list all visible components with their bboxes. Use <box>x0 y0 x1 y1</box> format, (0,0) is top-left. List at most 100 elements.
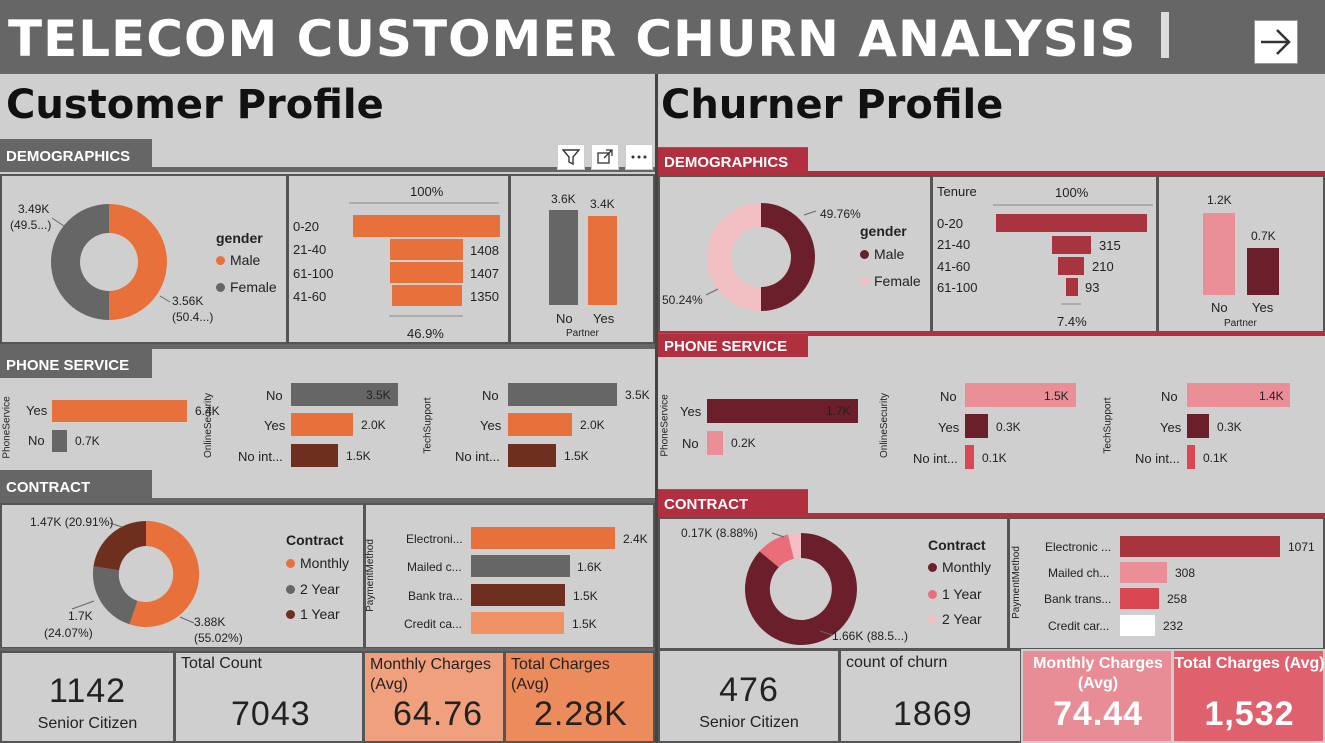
funnel-bar-21-40[interactable] <box>1052 236 1091 254</box>
bar-value-label: 2.0K <box>580 418 605 432</box>
payment-bar-electronic[interactable] <box>1120 536 1280 557</box>
payment-bar-mailed[interactable] <box>1120 562 1167 583</box>
funnel-bar-21-40[interactable] <box>390 239 463 260</box>
techsupport-bar-nointernet[interactable] <box>1187 445 1195 469</box>
bar-row-label: Mailed ch... <box>1048 566 1110 580</box>
monthly-charges-value: 64.76 <box>393 695 484 733</box>
funnel-value-label: 1350 <box>470 289 499 304</box>
next-page-button[interactable] <box>1254 20 1298 64</box>
churner-phone-service-area: PhoneService Yes No 1.7K 0.2K OnlineSecu… <box>658 376 1325 476</box>
funnel-bar-61-100[interactable] <box>390 262 463 283</box>
funnel-top-label: 100% <box>410 184 444 199</box>
arrow-right-icon <box>1261 29 1291 55</box>
contract-monthly-value: 3.88K <box>194 615 226 629</box>
partner-bar-no[interactable] <box>1203 213 1235 295</box>
churner-monthly-charges-card[interactable]: Monthly Charges (Avg) 74.44 <box>1021 649 1173 743</box>
female-percent-label: (49.5...) <box>10 218 52 232</box>
funnel-value-label: 210 <box>1092 259 1114 274</box>
payment-method-panel[interactable]: PaymentMethod Electroni... Mailed c... B… <box>364 503 655 649</box>
partner-bar-yes[interactable] <box>588 216 617 305</box>
partner-axis-tick: Yes <box>1252 300 1274 315</box>
senior-citizen-card[interactable]: 1142 Senior Citizen <box>0 651 175 743</box>
focus-mode-icon[interactable] <box>591 144 619 170</box>
payment-bar-electronic[interactable] <box>471 527 615 549</box>
payment-bar-credit[interactable] <box>471 612 564 634</box>
onlinesecurity-bar-yes[interactable] <box>965 414 988 438</box>
legend-item-female[interactable]: Female <box>216 279 277 295</box>
funnel-row-label: 0-20 <box>293 219 320 234</box>
onlinesecurity-bar-nointernet[interactable] <box>965 445 974 469</box>
bar-row-label: No <box>266 388 283 403</box>
senior-citizen-value: 1142 <box>48 671 127 710</box>
bar-row-label: Yes <box>26 403 48 418</box>
legend-item-male[interactable]: Male <box>860 246 904 262</box>
partner-bar-yes[interactable] <box>1247 248 1279 295</box>
contract-bottom-label: 1.66K (88.5...) <box>832 629 909 643</box>
onlinesecurity-bar-yes[interactable] <box>291 413 353 436</box>
bar-row-label: Yes <box>480 418 502 433</box>
phoneservice-bar-no[interactable] <box>707 431 723 455</box>
tenure-funnel-panel[interactable]: 100% 0-20 21-40 61-100 41-60 1408 1407 1… <box>287 174 510 344</box>
donut-slice-female <box>707 203 761 311</box>
partner-chart-panel[interactable]: 3.6K 3.4K No Yes Partner <box>509 174 655 344</box>
legend-item-1year[interactable]: 1 Year <box>928 586 982 602</box>
techsupport-bar-yes[interactable] <box>508 413 572 436</box>
techsupport-bar-no[interactable] <box>508 383 617 406</box>
legend-item-female[interactable]: Female <box>860 273 921 289</box>
phoneservice-bar-yes[interactable] <box>52 400 187 422</box>
churner-female-label: 50.24% <box>662 293 703 307</box>
payment-bar-bank[interactable] <box>1120 588 1159 609</box>
phoneservice-bar-no[interactable] <box>52 430 67 452</box>
churner-gender-donut-panel[interactable]: 49.76% 50.24% gender Male Female <box>658 175 932 333</box>
legend-item-1year[interactable]: 1 Year <box>286 606 340 622</box>
count-of-churn-card[interactable]: count of churn 1869 <box>839 649 1022 743</box>
partner-value-label: 1.2K <box>1207 193 1232 207</box>
bar-value-label: 0.3K <box>996 420 1021 434</box>
legend-item-monthly[interactable]: Monthly <box>286 555 349 571</box>
techsupport-bar-yes[interactable] <box>1187 414 1209 438</box>
payment-bar-credit[interactable] <box>1120 615 1155 636</box>
payment-bar-mailed[interactable] <box>471 555 570 577</box>
bar-value-label: 1.6K <box>577 560 602 574</box>
churner-senior-citizen-label: Senior Citizen <box>699 713 799 731</box>
donut-slice-male <box>761 203 815 311</box>
funnel-bar-41-60[interactable] <box>1058 257 1084 275</box>
legend-item-2year[interactable]: 2 Year <box>286 581 340 597</box>
funnel-row-label: 0-20 <box>937 216 964 231</box>
legend-item-male[interactable]: Male <box>216 252 260 268</box>
gender-donut-panel[interactable]: 3.49K (49.5...) 3.56K (50.4...) gender M… <box>0 174 288 344</box>
legend-item-monthly[interactable]: Monthly <box>928 559 991 575</box>
more-options-icon[interactable] <box>625 144 653 170</box>
funnel-bar-0-20[interactable] <box>996 214 1147 232</box>
total-count-card[interactable]: Total Count 7043 <box>174 651 364 743</box>
churner-partner-panel[interactable]: 1.2K 0.7K No Yes Partner <box>1157 175 1325 333</box>
legend-dot-icon <box>216 255 225 265</box>
techsupport-bar-nointernet[interactable] <box>508 444 556 467</box>
monthly-charges-card[interactable]: Monthly Charges (Avg) 64.76 <box>363 651 505 743</box>
techsupport-axis-title: TechSupport <box>1102 397 1114 454</box>
bar-row-label: No <box>1161 389 1178 404</box>
churner-payment-method-panel[interactable]: PaymentMethod Electronic ... Mailed ch..… <box>1008 517 1325 650</box>
legend-item-2year[interactable]: 2 Year <box>928 611 982 627</box>
churner-phone-tab: PHONE SERVICE <box>658 333 808 357</box>
churner-senior-citizen-card[interactable]: 476 Senior Citizen <box>658 649 840 743</box>
bar-value-label: 0.1K <box>982 451 1007 465</box>
funnel-bar-61-100[interactable] <box>1066 278 1078 296</box>
bar-value-label: 0.7K <box>75 434 100 448</box>
total-charges-card[interactable]: Total Charges (Avg) 2.28K <box>504 651 655 743</box>
legend-dot-icon <box>860 249 869 259</box>
contract-donut-panel[interactable]: 1.47K (20.91%) 1.7K (24.07%) 3.88K (55.0… <box>0 503 365 649</box>
payment-bar-bank[interactable] <box>471 584 565 606</box>
funnel-top-label: 100% <box>1055 185 1089 200</box>
churner-tenure-funnel-panel[interactable]: Tenure 100% 0-20 21-40 41-60 61-100 315 … <box>931 175 1158 333</box>
churner-total-charges-card[interactable]: Total Charges (Avg) 1,532 <box>1172 649 1325 743</box>
funnel-value-label: 1408 <box>470 243 499 258</box>
funnel-bar-0-20[interactable] <box>353 215 500 237</box>
bar-row-label: Yes <box>1160 420 1182 435</box>
partner-bar-no[interactable] <box>549 210 578 305</box>
dashboard-title: TELECOM CUSTOMER CHURN ANALYSIS <box>8 10 1137 68</box>
funnel-bar-41-60[interactable] <box>392 285 462 306</box>
onlinesecurity-bar-nointernet[interactable] <box>291 444 338 467</box>
churner-contract-donut-panel[interactable]: 0.17K (8.88%) 1.66K (88.5...) Contract M… <box>658 517 1009 650</box>
filter-icon[interactable] <box>557 144 585 170</box>
